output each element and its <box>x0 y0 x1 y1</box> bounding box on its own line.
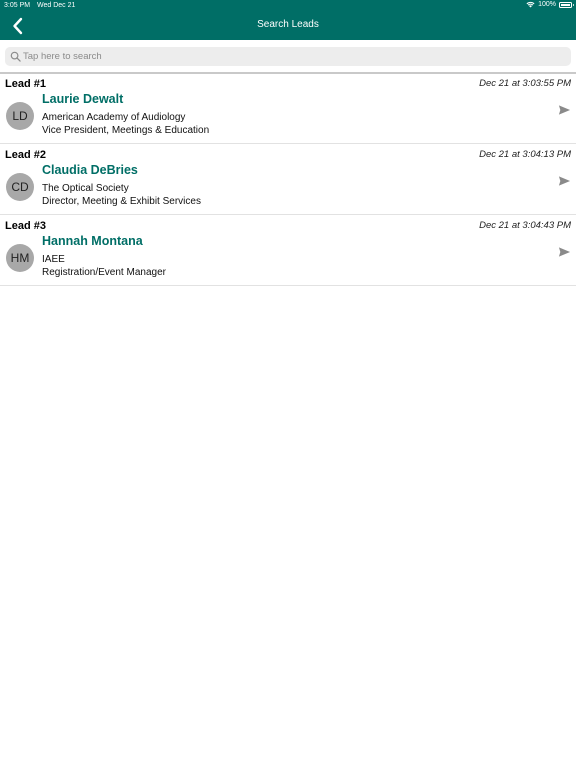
avatar: HM <box>6 244 34 272</box>
lead-organization: The Optical Society <box>42 183 129 194</box>
lead-row-3[interactable]: Lead #3 Dec 21 at 3:04:43 PM HM Hannah M… <box>0 216 576 286</box>
lead-name: Claudia DeBries <box>42 163 138 177</box>
lead-title: Vice President, Meetings & Education <box>42 125 210 136</box>
lead-row-1[interactable]: Lead #1 Dec 21 at 3:03:55 PM LD Laurie D… <box>0 74 576 144</box>
send-icon[interactable] <box>558 246 571 258</box>
send-icon[interactable] <box>558 175 571 187</box>
lead-number: Lead #3 <box>5 220 46 232</box>
status-date: Wed Dec 21 <box>37 2 76 9</box>
status-bar: 3:05 PM Wed Dec 21 100% <box>0 0 576 12</box>
page-title: Search Leads <box>257 19 319 30</box>
status-right: 100% <box>526 1 574 8</box>
lead-name: Hannah Montana <box>42 234 143 248</box>
battery-percent: 100% <box>538 1 556 8</box>
lead-timestamp: Dec 21 at 3:04:13 PM <box>479 149 571 160</box>
status-time: 3:05 PM <box>4 2 31 9</box>
search-input[interactable] <box>23 47 563 66</box>
lead-title: Registration/Event Manager <box>42 267 166 278</box>
lead-timestamp: Dec 21 at 3:04:43 PM <box>479 220 571 231</box>
search-bar-container <box>0 40 576 74</box>
lead-number: Lead #1 <box>5 78 46 90</box>
search-icon <box>10 51 21 62</box>
navigation-bar: Search Leads <box>0 12 576 40</box>
lead-organization: American Academy of Audiology <box>42 112 186 123</box>
battery-icon <box>559 1 574 8</box>
send-icon[interactable] <box>558 104 571 116</box>
lead-title: Director, Meeting & Exhibit Services <box>42 196 201 207</box>
avatar: CD <box>6 173 34 201</box>
lead-row-2[interactable]: Lead #2 Dec 21 at 3:04:13 PM CD Claudia … <box>0 145 576 215</box>
avatar: LD <box>6 102 34 130</box>
lead-organization: IAEE <box>42 254 65 265</box>
wifi-icon <box>526 1 535 8</box>
lead-number: Lead #2 <box>5 149 46 161</box>
lead-name: Laurie Dewalt <box>42 92 124 106</box>
search-bar[interactable] <box>5 47 571 66</box>
lead-timestamp: Dec 21 at 3:03:55 PM <box>479 78 571 89</box>
